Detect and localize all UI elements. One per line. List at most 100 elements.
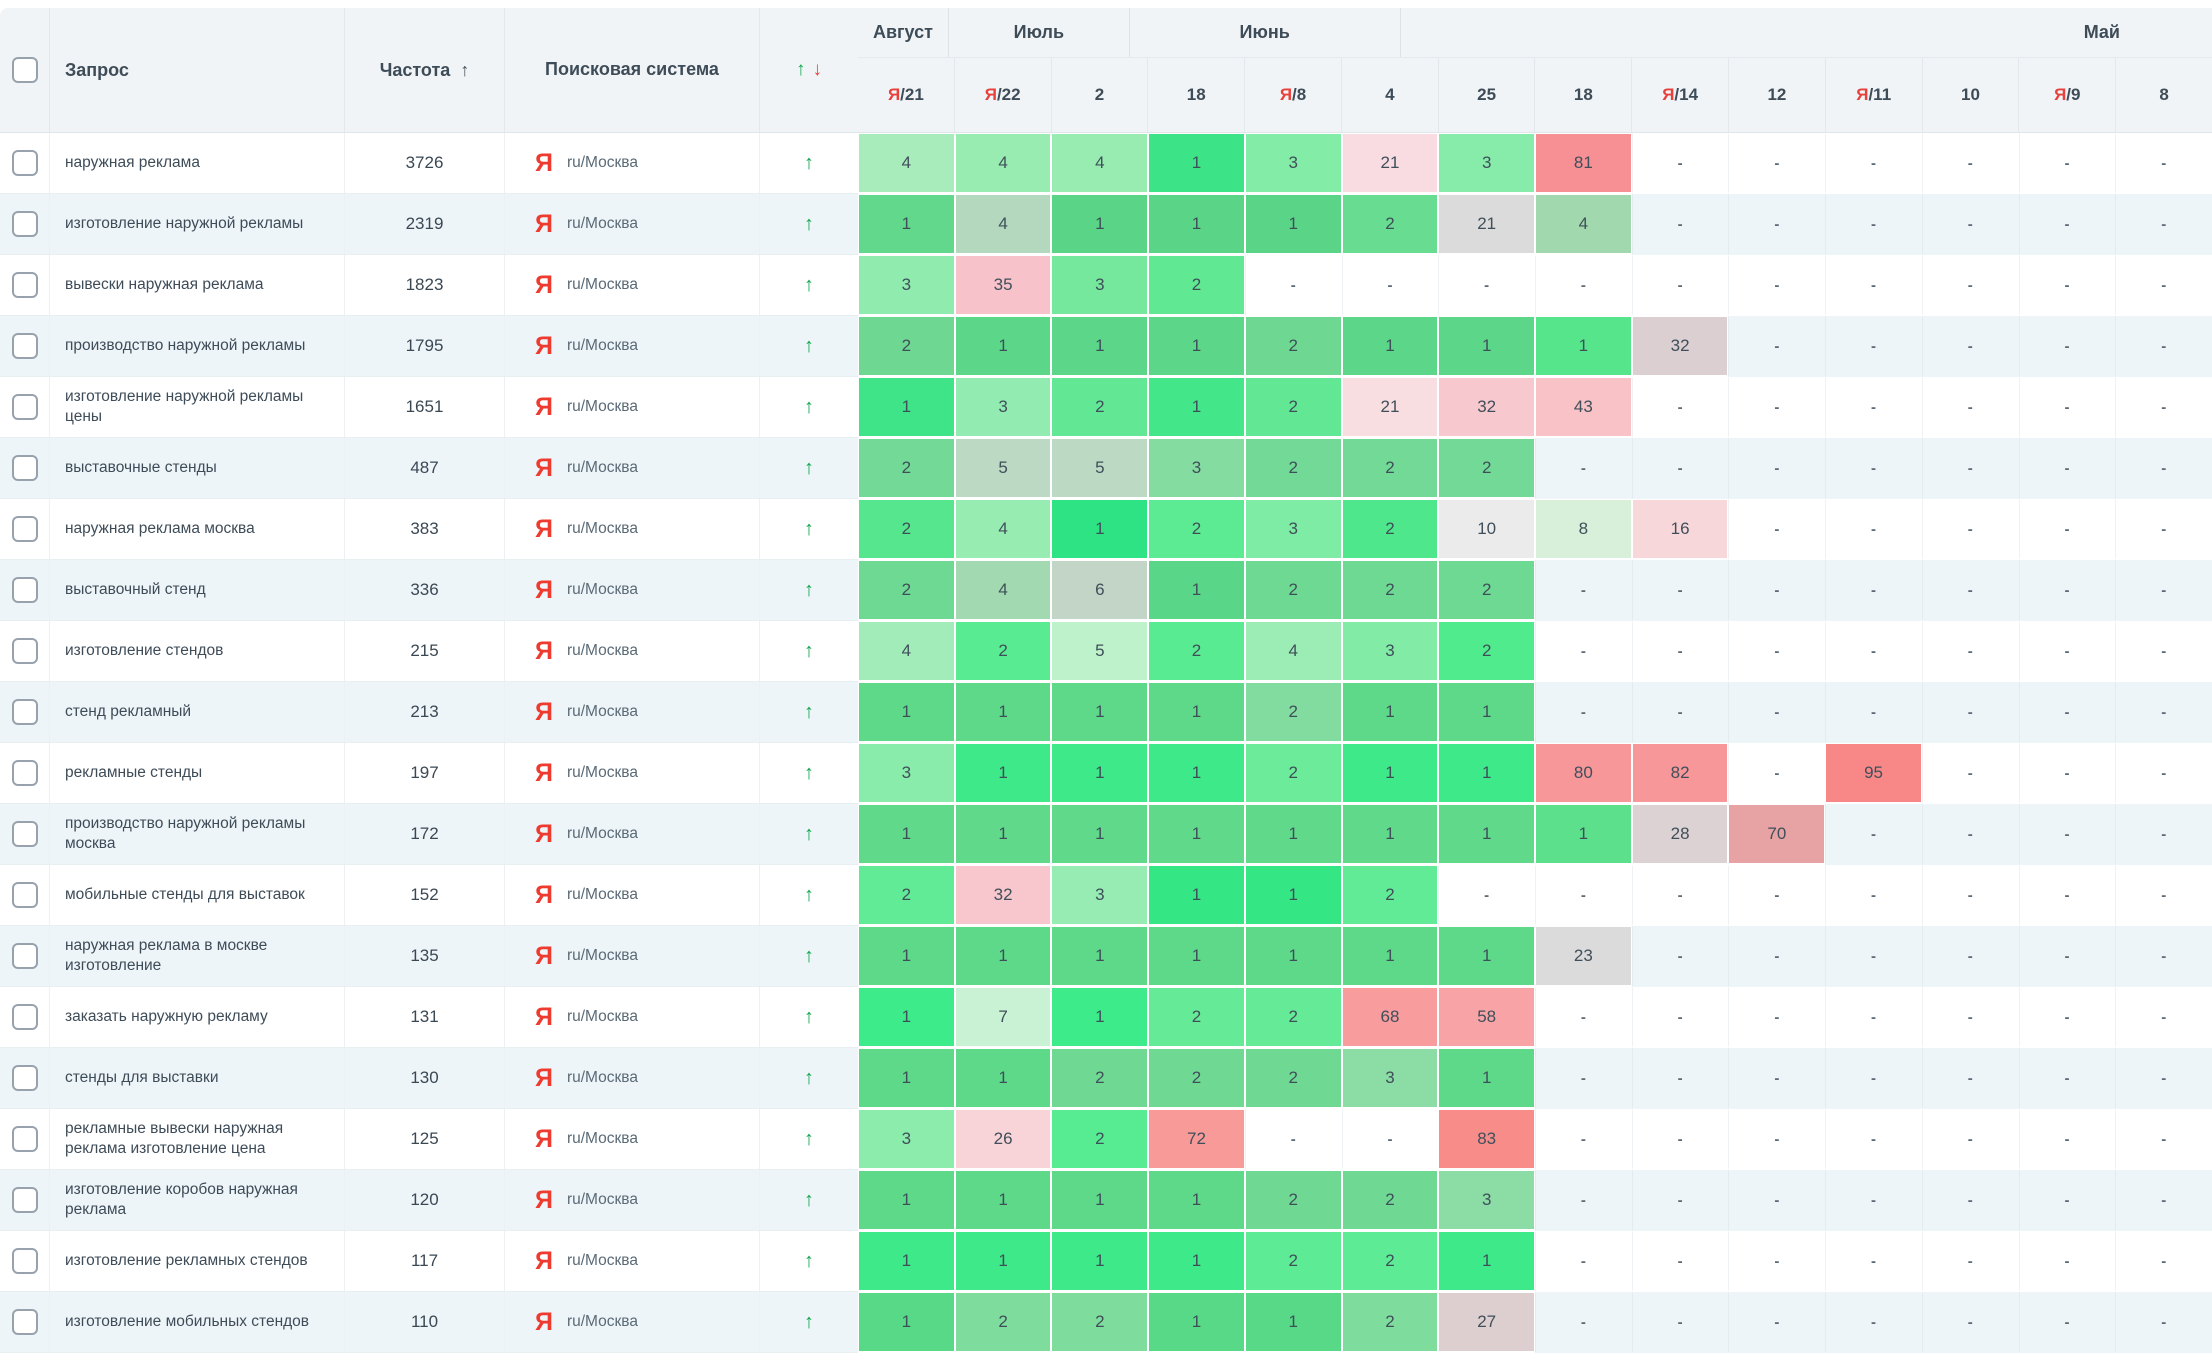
position-cell[interactable]: 3 xyxy=(1051,255,1148,316)
position-cell[interactable]: 2 xyxy=(955,621,1052,682)
position-cell[interactable]: 81 xyxy=(1535,133,1632,194)
position-cell-empty[interactable]: - xyxy=(1825,987,1922,1048)
position-cell-empty[interactable]: - xyxy=(1728,865,1825,926)
position-cell-empty[interactable]: - xyxy=(2019,1048,2116,1109)
position-cell-empty[interactable]: - xyxy=(2019,926,2116,987)
row-checkbox[interactable] xyxy=(12,1004,38,1030)
position-cell-empty[interactable]: - xyxy=(1728,1170,1825,1231)
position-cell[interactable]: 1 xyxy=(955,682,1052,743)
position-cell-empty[interactable]: - xyxy=(1825,1170,1922,1231)
position-cell-empty[interactable]: - xyxy=(2115,1170,2212,1231)
position-cell-empty[interactable]: - xyxy=(2115,865,2212,926)
row-checkbox[interactable] xyxy=(12,882,38,908)
position-cell-empty[interactable]: - xyxy=(2115,133,2212,194)
position-cell[interactable]: 1 xyxy=(1245,804,1342,865)
position-cell-empty[interactable]: - xyxy=(1922,682,2019,743)
position-cell-empty[interactable]: - xyxy=(1632,194,1729,255)
query-cell[interactable]: изготовление стендов xyxy=(50,621,345,681)
row-checkbox[interactable] xyxy=(12,455,38,481)
position-cell-empty[interactable]: - xyxy=(1728,987,1825,1048)
position-cell-empty[interactable]: - xyxy=(1825,1231,1922,1292)
select-all-checkbox[interactable] xyxy=(12,57,38,83)
date-header[interactable]: 10 xyxy=(1922,58,2019,132)
date-header[interactable]: 12 xyxy=(1728,58,1825,132)
position-cell[interactable]: 2 xyxy=(1342,865,1439,926)
position-cell[interactable]: 1 xyxy=(1051,926,1148,987)
position-cell[interactable]: 80 xyxy=(1535,743,1632,804)
query-cell[interactable]: стенд рекламный xyxy=(50,682,345,742)
position-cell[interactable]: 1 xyxy=(1438,804,1535,865)
position-cell-empty[interactable]: - xyxy=(2115,560,2212,621)
position-cell[interactable]: 2 xyxy=(858,865,955,926)
position-cell-empty[interactable]: - xyxy=(2019,743,2116,804)
position-cell[interactable]: 3 xyxy=(1438,133,1535,194)
position-cell[interactable]: 2 xyxy=(1148,255,1245,316)
position-cell[interactable]: 1 xyxy=(1342,926,1439,987)
position-cell[interactable]: 58 xyxy=(1438,987,1535,1048)
position-cell-empty[interactable]: - xyxy=(1728,926,1825,987)
query-cell[interactable]: изготовление мобильных стендов xyxy=(50,1292,345,1352)
position-cell[interactable]: 4 xyxy=(1051,133,1148,194)
position-cell[interactable]: 2 xyxy=(1245,1048,1342,1109)
position-cell[interactable]: 2 xyxy=(1245,316,1342,377)
position-cell-empty[interactable]: - xyxy=(2019,987,2116,1048)
position-cell[interactable]: 1 xyxy=(955,743,1052,804)
position-cell[interactable]: 5 xyxy=(955,438,1052,499)
position-cell[interactable]: 2 xyxy=(1342,194,1439,255)
position-cell[interactable]: 3 xyxy=(955,377,1052,438)
position-cell[interactable]: 2 xyxy=(1051,377,1148,438)
position-cell-empty[interactable]: - xyxy=(1922,804,2019,865)
query-cell[interactable]: стенды для выставки xyxy=(50,1048,345,1108)
date-header[interactable]: Я/22 xyxy=(954,58,1051,132)
position-cell-empty[interactable]: - xyxy=(1535,1231,1632,1292)
row-checkbox[interactable] xyxy=(12,272,38,298)
row-checkbox[interactable] xyxy=(12,1309,38,1335)
position-cell[interactable]: 4 xyxy=(955,560,1052,621)
position-cell-empty[interactable]: - xyxy=(1922,865,2019,926)
position-cell-empty[interactable]: - xyxy=(1632,1109,1729,1170)
position-cell[interactable]: 5 xyxy=(1051,438,1148,499)
position-cell[interactable]: 1 xyxy=(1438,682,1535,743)
position-cell[interactable]: 2 xyxy=(1342,499,1439,560)
position-cell-empty[interactable]: - xyxy=(1922,1231,2019,1292)
position-cell[interactable]: 16 xyxy=(1632,499,1729,560)
position-cell-empty[interactable]: - xyxy=(1728,255,1825,316)
date-header[interactable]: 18 xyxy=(1147,58,1244,132)
position-cell[interactable]: 2 xyxy=(1245,1170,1342,1231)
position-cell-empty[interactable]: - xyxy=(1342,255,1439,316)
position-cell-empty[interactable]: - xyxy=(1535,1292,1632,1353)
position-cell-empty[interactable]: - xyxy=(1632,438,1729,499)
position-cell-empty[interactable]: - xyxy=(1922,316,2019,377)
position-cell[interactable]: 26 xyxy=(955,1109,1052,1170)
position-cell-empty[interactable]: - xyxy=(1728,499,1825,560)
position-cell[interactable]: 1 xyxy=(1148,1292,1245,1353)
position-cell[interactable]: 1 xyxy=(858,1048,955,1109)
position-cell-empty[interactable]: - xyxy=(1922,438,2019,499)
date-header[interactable]: 4 xyxy=(1341,58,1438,132)
position-cell-empty[interactable]: - xyxy=(1825,865,1922,926)
row-checkbox[interactable] xyxy=(12,1065,38,1091)
position-cell[interactable]: 1 xyxy=(1051,804,1148,865)
position-cell[interactable]: 2 xyxy=(858,438,955,499)
position-cell-empty[interactable]: - xyxy=(1632,377,1729,438)
position-cell-empty[interactable]: - xyxy=(1922,499,2019,560)
position-cell[interactable]: 1 xyxy=(858,1231,955,1292)
position-cell[interactable]: 2 xyxy=(1342,1170,1439,1231)
position-cell-empty[interactable]: - xyxy=(1825,255,1922,316)
date-header[interactable]: 8 xyxy=(2115,58,2212,132)
query-cell[interactable]: изготовление наружной рекламы цены xyxy=(50,377,345,437)
position-cell-empty[interactable]: - xyxy=(1632,560,1729,621)
position-cell[interactable]: 8 xyxy=(1535,499,1632,560)
position-cell-empty[interactable]: - xyxy=(2115,1048,2212,1109)
query-cell[interactable]: мобильные стенды для выставок xyxy=(50,865,345,925)
position-cell-empty[interactable]: - xyxy=(1922,255,2019,316)
position-cell[interactable]: 1 xyxy=(955,316,1052,377)
date-header[interactable]: Я/11 xyxy=(1825,58,1922,132)
position-cell-empty[interactable]: - xyxy=(1728,1231,1825,1292)
row-checkbox[interactable] xyxy=(12,516,38,542)
position-cell-empty[interactable]: - xyxy=(2019,865,2116,926)
position-cell[interactable]: 1 xyxy=(955,926,1052,987)
position-cell[interactable]: 1 xyxy=(1148,194,1245,255)
position-cell-empty[interactable]: - xyxy=(1632,133,1729,194)
position-cell-empty[interactable]: - xyxy=(2019,194,2116,255)
